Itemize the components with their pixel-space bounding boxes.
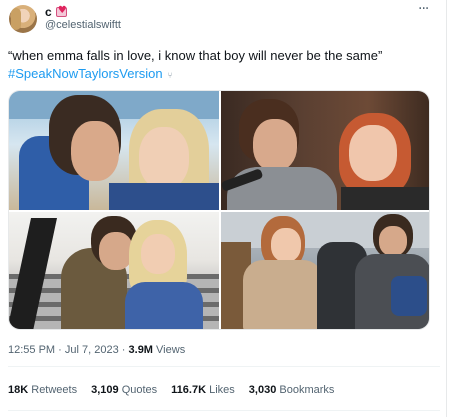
quotes-count: 3,109 (91, 384, 119, 396)
likes-label: Likes (209, 384, 235, 396)
quotes-stat[interactable]: 3,109 Quotes (91, 383, 157, 397)
engagement-row: 18K Retweets 3,109 Quotes 116.7K Likes 3… (8, 383, 334, 397)
more-options-icon[interactable]: ··· (418, 2, 432, 16)
bookmarks-label: Bookmarks (279, 384, 335, 396)
hashtag-emoji-icon: ⑂ (167, 71, 173, 80)
photo-3[interactable] (9, 212, 219, 329)
heart-letter-icon (55, 5, 67, 17)
tweet-text: “when emma falls in love, i know that bo… (8, 47, 440, 83)
meta-separator: · (58, 344, 62, 356)
photo-1[interactable] (9, 91, 219, 210)
retweets-count: 18K (8, 384, 29, 396)
tweet-meta: 12:55 PM · Jul 7, 2023 · 3.9M Views (8, 343, 185, 357)
tweet-date[interactable]: Jul 7, 2023 (65, 344, 119, 356)
quotes-label: Quotes (121, 384, 158, 396)
retweets-label: Retweets (31, 384, 78, 396)
likes-count: 116.7K (171, 384, 207, 396)
bookmarks-stat[interactable]: 3,030 Bookmarks (249, 383, 335, 397)
author-name-row: c (45, 5, 67, 19)
divider (8, 366, 440, 367)
author-handle[interactable]: @celestialswiftt (45, 19, 121, 32)
views-label: Views (156, 344, 186, 356)
tweet-time[interactable]: 12:55 PM (8, 344, 55, 356)
photo-2[interactable] (221, 91, 429, 210)
photo-4[interactable] (221, 212, 429, 329)
retweets-stat[interactable]: 18K Retweets (8, 383, 77, 397)
hashtag-link[interactable]: #SpeakNowTaylorsVersion (8, 66, 163, 81)
divider-bottom (8, 410, 440, 411)
media-grid (8, 90, 430, 330)
tweet-card: c @celestialswiftt ··· “when emma falls … (0, 0, 447, 417)
avatar[interactable] (9, 5, 37, 33)
bookmarks-count: 3,030 (248, 384, 277, 396)
views-count: 3.9M (128, 344, 153, 356)
likes-stat[interactable]: 116.7K Likes (171, 383, 235, 397)
tweet-quote: “when emma falls in love, i know that bo… (8, 48, 383, 63)
display-name[interactable]: c (45, 5, 52, 19)
meta-separator-2: · (121, 344, 126, 356)
